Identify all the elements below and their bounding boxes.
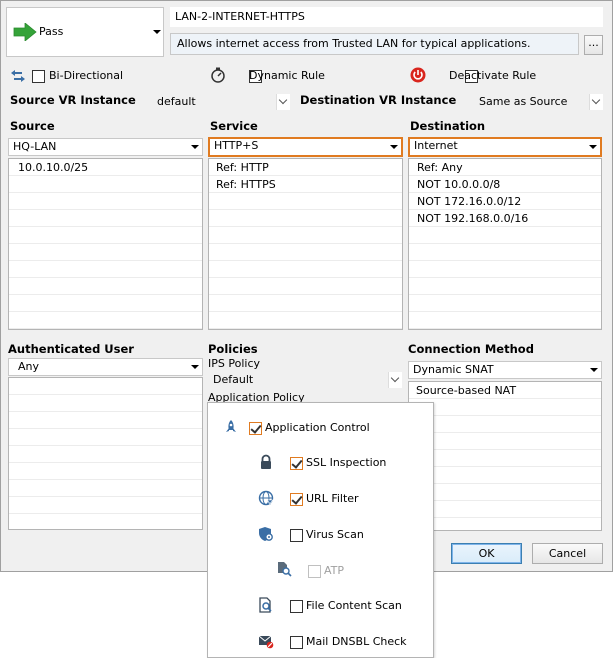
chevron-down-icon bbox=[191, 145, 199, 149]
stopwatch-icon bbox=[210, 67, 226, 83]
service-selected: HTTP+S bbox=[214, 139, 259, 152]
chevron-down-icon bbox=[590, 368, 598, 372]
file-scan-icon bbox=[258, 597, 274, 613]
url-filter-checkbox[interactable] bbox=[290, 492, 303, 506]
chevron-down-icon bbox=[388, 372, 402, 388]
source-list[interactable]: 10.0.10.0/25 bbox=[8, 158, 203, 330]
file-content-scan-option[interactable]: File Content Scan bbox=[290, 598, 402, 614]
rocket-icon bbox=[223, 419, 239, 435]
destination-select[interactable]: Internet bbox=[408, 137, 602, 157]
mail-block-icon bbox=[258, 633, 274, 649]
action-selector[interactable]: Pass bbox=[6, 7, 164, 57]
arrow-right-icon bbox=[13, 22, 37, 42]
source-selected: HQ-LAN bbox=[13, 140, 57, 153]
source-vr-label: Source VR Instance bbox=[10, 93, 136, 107]
chevron-down-icon bbox=[390, 145, 398, 149]
mail-dnsbl-checkbox[interactable] bbox=[290, 635, 303, 649]
destination-vr-label: Destination VR Instance bbox=[300, 93, 457, 107]
destination-list[interactable]: Ref: Any NOT 10.0.0.0/8 NOT 172.16.0.0/1… bbox=[408, 158, 602, 330]
power-icon bbox=[410, 67, 426, 83]
globe-filter-icon bbox=[258, 490, 274, 506]
list-item[interactable]: NOT 172.16.0.0/12 bbox=[409, 193, 601, 210]
ips-policy-value: Default bbox=[213, 373, 254, 386]
source-vr-value: default bbox=[157, 95, 196, 108]
action-label: Pass bbox=[39, 25, 64, 38]
service-select[interactable]: HTTP+S bbox=[208, 137, 403, 157]
auth-user-header: Authenticated User bbox=[8, 342, 134, 356]
auth-user-list[interactable] bbox=[8, 377, 203, 530]
destination-header: Destination bbox=[410, 119, 486, 133]
url-filter-label: URL Filter bbox=[306, 492, 359, 505]
list-item[interactable]: Ref: HTTPS bbox=[209, 176, 402, 193]
chevron-down-icon bbox=[153, 30, 161, 34]
ssl-inspection-label: SSL Inspection bbox=[306, 456, 387, 469]
application-control-checkbox[interactable] bbox=[249, 421, 262, 435]
destination-vr-value: Same as Source bbox=[479, 95, 568, 108]
lock-icon bbox=[258, 454, 274, 470]
file-content-scan-label: File Content Scan bbox=[306, 599, 402, 612]
list-item[interactable]: NOT 10.0.0.0/8 bbox=[409, 176, 601, 193]
atp-checkbox[interactable] bbox=[308, 564, 321, 578]
destination-selected: Internet bbox=[414, 139, 458, 152]
virus-scan-label: Virus Scan bbox=[306, 528, 364, 541]
list-item[interactable]: Ref: Any bbox=[409, 159, 601, 176]
rule-name-field[interactable]: LAN-2-INTERNET-HTTPS bbox=[170, 7, 603, 27]
chevron-down-icon bbox=[191, 365, 199, 369]
application-control-label: Application Control bbox=[265, 421, 370, 434]
chevron-down-icon bbox=[589, 145, 597, 149]
connection-select[interactable]: Dynamic SNAT bbox=[408, 361, 602, 379]
policies-header: Policies bbox=[208, 342, 258, 356]
chevron-down-icon bbox=[276, 94, 290, 110]
ips-policy-select[interactable]: Default bbox=[208, 371, 403, 389]
application-control-option[interactable]: Application Control bbox=[249, 420, 370, 436]
source-select[interactable]: HQ-LAN bbox=[8, 138, 203, 156]
list-item[interactable]: Source-based NAT bbox=[409, 382, 601, 399]
service-header: Service bbox=[210, 119, 258, 133]
chevron-down-icon bbox=[589, 94, 603, 110]
document-search-icon bbox=[276, 561, 292, 577]
atp-option[interactable]: ATP bbox=[308, 563, 344, 579]
mail-dnsbl-option[interactable]: Mail DNSBL Check bbox=[290, 634, 407, 650]
ssl-inspection-option[interactable]: SSL Inspection bbox=[290, 455, 386, 471]
file-content-scan-checkbox[interactable] bbox=[290, 599, 303, 613]
ips-policy-label: IPS Policy bbox=[208, 357, 260, 370]
ssl-inspection-checkbox[interactable] bbox=[290, 456, 303, 470]
more-button[interactable]: ... bbox=[584, 35, 603, 55]
application-policy-menu: Application Control SSL Inspection URL F… bbox=[207, 402, 434, 658]
auth-user-select[interactable]: Any bbox=[8, 358, 203, 376]
connection-header: Connection Method bbox=[408, 342, 534, 356]
mail-dnsbl-label: Mail DNSBL Check bbox=[306, 635, 407, 648]
virus-scan-option[interactable]: Virus Scan bbox=[290, 527, 364, 543]
bidirectional-label: Bi-Directional bbox=[49, 69, 124, 82]
list-item[interactable]: NOT 192.168.0.0/16 bbox=[409, 210, 601, 227]
shield-gear-icon bbox=[258, 526, 274, 542]
list-item[interactable]: 10.0.10.0/25 bbox=[9, 159, 202, 176]
bidirectional-icon bbox=[10, 68, 26, 84]
deactivate-rule-label: Deactivate Rule bbox=[449, 69, 537, 82]
atp-label: ATP bbox=[324, 564, 345, 577]
cancel-button[interactable]: Cancel bbox=[532, 543, 603, 564]
ok-button[interactable]: OK bbox=[451, 543, 522, 564]
source-vr-select[interactable]: default bbox=[152, 93, 291, 111]
destination-vr-select[interactable]: Same as Source bbox=[474, 93, 604, 111]
virus-scan-checkbox[interactable] bbox=[290, 528, 303, 542]
dynamic-rule-label: Dynamic Rule bbox=[249, 69, 325, 82]
url-filter-option[interactable]: URL Filter bbox=[290, 491, 359, 507]
auth-user-selected: Any bbox=[18, 360, 40, 373]
source-header: Source bbox=[10, 119, 55, 133]
connection-list[interactable]: Source-based NAT bbox=[408, 381, 602, 531]
connection-selected: Dynamic SNAT bbox=[413, 363, 494, 376]
bidirectional-checkbox[interactable] bbox=[32, 69, 45, 83]
rule-description-field[interactable]: Allows internet access from Trusted LAN … bbox=[170, 33, 579, 55]
service-list[interactable]: Ref: HTTP Ref: HTTPS bbox=[208, 158, 403, 330]
list-item[interactable]: Ref: HTTP bbox=[209, 159, 402, 176]
